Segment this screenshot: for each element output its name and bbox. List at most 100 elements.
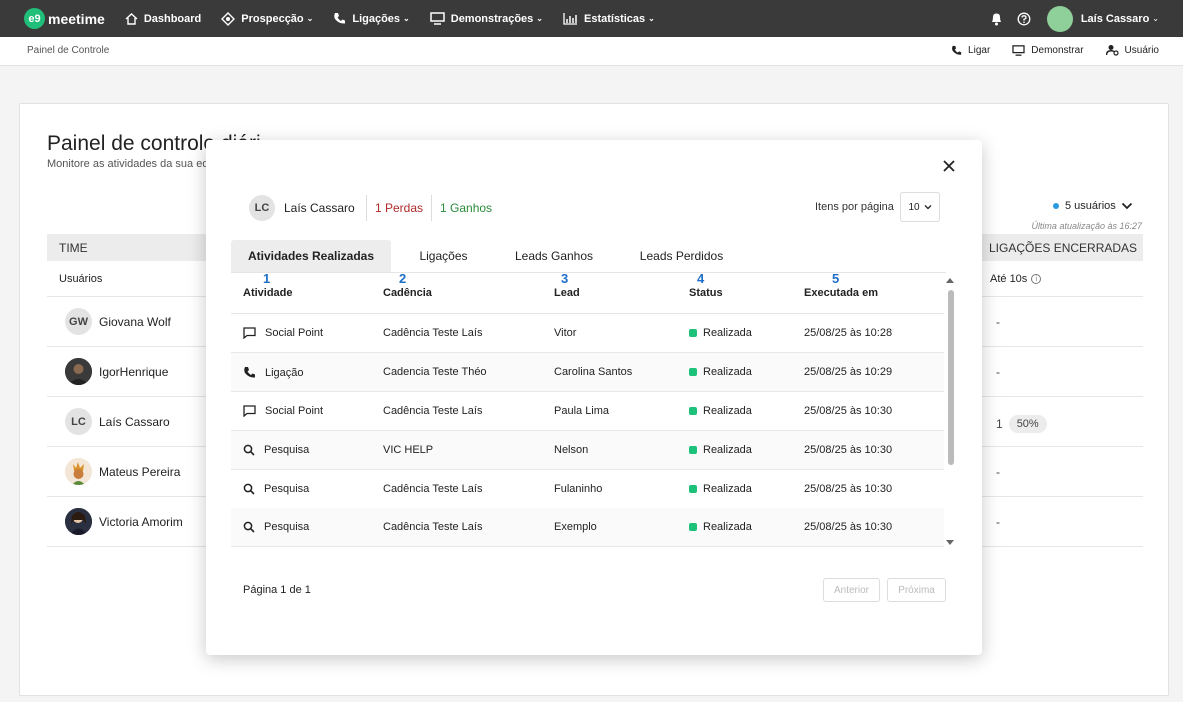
cadence-cell: Cadência Teste Laís bbox=[383, 327, 483, 339]
executed-cell: 25/08/25 às 10:30 bbox=[804, 521, 893, 533]
chevron-down-icon: ⌄ bbox=[648, 14, 655, 23]
cadence-cell: Cadência Teste Laís bbox=[383, 405, 483, 417]
executed-cell: 25/08/25 às 10:29 bbox=[804, 366, 893, 378]
activity-cell: Social Point bbox=[243, 327, 323, 339]
chevron-down-icon: ⌄ bbox=[306, 14, 314, 23]
cadence-cell: Cadência Teste Laís bbox=[383, 521, 483, 533]
scrollbar-thumb[interactable] bbox=[948, 290, 954, 465]
tab-ligacoes[interactable]: Ligações bbox=[401, 240, 486, 272]
subheader-users: Usuários bbox=[59, 273, 103, 285]
activity-cell: Social Point bbox=[243, 405, 323, 417]
user-icon bbox=[1105, 45, 1119, 56]
info-icon[interactable]: i bbox=[1031, 274, 1042, 284]
chevron-down-icon: ⌄ bbox=[403, 14, 410, 23]
status-dot-icon bbox=[689, 368, 697, 376]
bell-icon[interactable] bbox=[990, 12, 1003, 26]
calls-value: - bbox=[996, 365, 1000, 379]
chart-icon bbox=[563, 13, 577, 25]
activity-cell: Ligação bbox=[243, 366, 304, 379]
status-label: Realizada bbox=[703, 366, 752, 378]
gains-count[interactable]: 1 Ganhos bbox=[440, 201, 492, 215]
help-icon[interactable] bbox=[1017, 12, 1031, 26]
nav-prospeccao-label: Prospecção bbox=[241, 12, 304, 25]
previous-button[interactable]: Anterior bbox=[823, 578, 880, 602]
avatar: GW bbox=[65, 308, 92, 335]
column-number: 2 bbox=[399, 271, 407, 286]
user-photo-icon bbox=[65, 508, 92, 535]
breadcrumb[interactable]: Painel de Controle bbox=[27, 45, 109, 56]
sub-bar: Painel de Controle Ligar Demonstrar Usuá… bbox=[0, 37, 1183, 66]
user-photo-icon bbox=[65, 358, 92, 385]
tab-leads-perdidos[interactable]: Leads Perdidos bbox=[624, 240, 739, 272]
table-row[interactable]: Ligação Cadencia Teste Théo Carolina San… bbox=[231, 353, 944, 392]
activity-cell: Pesquisa bbox=[243, 444, 309, 456]
nav-demonstracoes-label: Demonstrações bbox=[450, 12, 534, 25]
phone-icon bbox=[244, 367, 255, 378]
call-button-label: Ligar bbox=[968, 44, 991, 56]
activity-label: Pesquisa bbox=[264, 521, 310, 533]
nav-ligacoes[interactable]: Ligações ⌄ bbox=[333, 12, 410, 25]
column-team: TIME bbox=[59, 241, 88, 255]
table-row[interactable]: Pesquisa Cadência Teste Laís Exemplo Rea… bbox=[231, 508, 944, 547]
demo-button[interactable]: Demonstrar bbox=[1012, 44, 1084, 56]
table-row[interactable]: Pesquisa Cadência Teste Laís Fulaninho R… bbox=[231, 470, 944, 509]
nav-dashboard-label: Dashboard bbox=[143, 12, 202, 25]
user-name: Mateus Pereira bbox=[99, 465, 181, 479]
last-update: Última atualização às 16:27 bbox=[1031, 221, 1142, 231]
losses-count[interactable]: 1 Perdas bbox=[375, 201, 423, 215]
user-name: Victoria Amorim bbox=[99, 515, 183, 529]
status-badge: Realizada bbox=[689, 444, 752, 456]
users-selector[interactable]: 5 usuários bbox=[1053, 200, 1133, 212]
user-menu-label[interactable]: Laís Cassaro bbox=[1081, 13, 1149, 25]
items-per-page-label: Itens por página bbox=[815, 201, 894, 213]
column-number: 3 bbox=[561, 271, 569, 286]
call-button[interactable]: Ligar bbox=[951, 45, 990, 56]
avatar[interactable] bbox=[1046, 5, 1073, 32]
user-name: Laís Cassaro bbox=[99, 415, 170, 429]
lead-cell[interactable]: Fulaninho bbox=[554, 483, 602, 495]
status-badge: Realizada bbox=[689, 483, 752, 495]
lead-cell[interactable]: Exemplo bbox=[554, 521, 597, 533]
column-activity: Atividade bbox=[243, 287, 293, 299]
nav-dashboard[interactable]: Dashboard bbox=[125, 13, 201, 25]
column-number: 5 bbox=[832, 271, 840, 286]
scroll-up-arrow-icon[interactable] bbox=[946, 278, 954, 283]
calls-count: - bbox=[996, 315, 1000, 329]
next-button[interactable]: Próxima bbox=[887, 578, 946, 602]
scroll-down-arrow-icon[interactable] bbox=[946, 540, 954, 545]
close-icon[interactable] bbox=[941, 158, 957, 174]
logo-badge: e9 bbox=[24, 8, 45, 29]
logo[interactable]: e9 meetime bbox=[24, 8, 105, 29]
search-icon bbox=[243, 444, 255, 456]
avatar bbox=[65, 358, 92, 385]
column-status: Status bbox=[689, 287, 723, 299]
search-icon bbox=[243, 521, 255, 533]
lead-cell[interactable]: Paula Lima bbox=[554, 405, 609, 417]
activity-cell: Pesquisa bbox=[243, 483, 309, 495]
table-row[interactable]: Pesquisa VIC HELP Nelson Realizada 25/08… bbox=[231, 431, 944, 470]
lead-cell[interactable]: Carolina Santos bbox=[554, 366, 632, 378]
table-row[interactable]: Social Point Cadência Teste Laís Paula L… bbox=[231, 392, 944, 431]
column-lead: Lead bbox=[554, 287, 580, 299]
nav-demonstracoes[interactable]: Demonstrações ⌄ bbox=[430, 12, 543, 25]
divider bbox=[366, 195, 367, 221]
chevron-down-icon bbox=[924, 205, 932, 210]
nav-estatisticas[interactable]: Estatísticas ⌄ bbox=[563, 12, 655, 25]
table-row[interactable]: Social Point Cadência Teste Laís Vitor R… bbox=[231, 314, 944, 353]
executed-cell: 25/08/25 às 10:30 bbox=[804, 405, 893, 417]
subheader-10s: Até 10s i bbox=[990, 273, 1042, 285]
top-navbar: e9 meetime Dashboard Prospecção ⌄ Ligaçõ… bbox=[0, 0, 1183, 37]
target-icon bbox=[221, 11, 236, 26]
column-number: 1 bbox=[263, 271, 271, 286]
user-button[interactable]: Usuário bbox=[1105, 44, 1159, 56]
cadence-cell: Cadencia Teste Théo bbox=[383, 366, 487, 378]
nav-prospeccao[interactable]: Prospecção ⌄ bbox=[221, 11, 314, 26]
items-per-page-select[interactable]: 10 bbox=[900, 192, 940, 222]
percentage-badge: 50% bbox=[1008, 415, 1047, 433]
user-button-label: Usuário bbox=[1124, 44, 1159, 56]
demo-button-label: Demonstrar bbox=[1031, 44, 1084, 56]
lead-cell[interactable]: Nelson bbox=[554, 444, 588, 456]
tab-atividades-realizadas[interactable]: Atividades Realizadas bbox=[231, 240, 391, 272]
lead-cell[interactable]: Vitor bbox=[554, 327, 576, 339]
tab-leads-ganhos[interactable]: Leads Ganhos bbox=[504, 240, 604, 272]
